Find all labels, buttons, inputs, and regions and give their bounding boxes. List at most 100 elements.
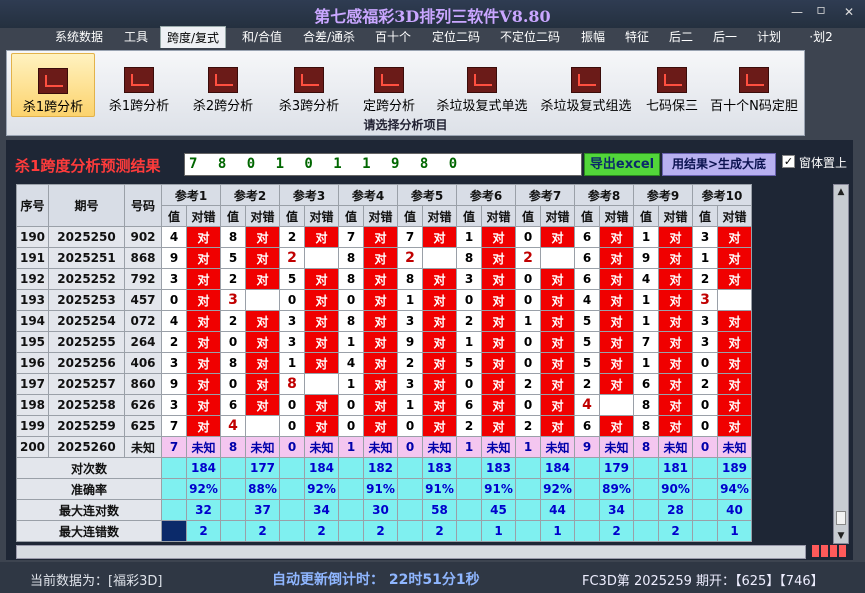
ref-result: 对 <box>422 268 457 290</box>
ref-result: 对 <box>186 226 221 248</box>
stats-value: 88% <box>245 478 280 500</box>
close-icon[interactable]: ✕ <box>838 4 860 20</box>
predict-value: 0 <box>279 436 305 458</box>
ref-value: 1 <box>397 289 423 311</box>
ref-result: 对 <box>599 331 634 353</box>
ribbon-label: 杀2跨分析 <box>192 99 254 114</box>
ribbon-kill-junk-group[interactable]: 杀垃圾复式组选 <box>535 53 637 117</box>
table-row: 199 2025259 625 7 对 4 0 对 0 对 0 对 2 对 2 对 6 对 8 对 0 对 <box>16 415 752 437</box>
ref-value: 6 <box>574 247 600 269</box>
generate-base-button[interactable]: 用结果>生成大底 <box>662 153 776 176</box>
menu-nonposition-two[interactable]: 不定位二码 <box>494 26 566 48</box>
ribbon-n-code[interactable]: 百十个N码定胆 <box>707 53 801 117</box>
ref-value: 8 <box>633 415 659 437</box>
scroll-thumb[interactable] <box>836 511 846 525</box>
ref-result: 对 <box>658 394 693 416</box>
ref-result: 对 <box>186 247 221 269</box>
menu-tools[interactable]: 工具 <box>116 26 156 48</box>
ribbon-kill1span[interactable]: 杀1跨分析 <box>99 53 179 117</box>
vertical-scrollbar[interactable]: ▲ ▼ <box>833 184 849 544</box>
stats-value: 28 <box>658 499 693 521</box>
menu-digits[interactable]: 百十个 <box>370 26 416 48</box>
menu-plan2[interactable]: ·划2 <box>806 26 836 48</box>
ref-result: 对 <box>422 289 457 311</box>
predict-value: 9 <box>574 436 600 458</box>
ribbon-kill3span[interactable]: 杀3跨分析 <box>269 53 349 117</box>
row-seq: 198 <box>16 394 49 416</box>
predict-status: 未知 <box>717 436 752 458</box>
minimize-icon[interactable]: — <box>786 4 808 20</box>
row-issue: 2025258 <box>48 394 125 416</box>
ref-value: 0 <box>338 415 364 437</box>
stats-value: 32 <box>186 499 221 521</box>
ref-result: 对 <box>717 268 752 290</box>
ref-value: 8 <box>279 373 305 395</box>
value-header: 值 <box>397 205 423 227</box>
menu-last-two[interactable]: 后二 <box>664 26 698 48</box>
ref-value: 4 <box>161 310 187 332</box>
ribbon-fixed-span[interactable]: 定跨分析 <box>353 53 425 117</box>
ref-value: 0 <box>220 373 246 395</box>
ref-result: 对 <box>658 268 693 290</box>
ribbon-seven-three[interactable]: 七码保三 <box>641 53 703 117</box>
menu-position-two[interactable]: 定位二码 <box>426 26 486 48</box>
ref-value: 8 <box>338 310 364 332</box>
ref-result <box>304 247 339 269</box>
result-header: 对错 <box>540 205 575 227</box>
ref-header: 参考4 <box>338 184 398 206</box>
pin-window-label: 窗体置上 <box>799 156 848 170</box>
stats-row: 对次数 184 177 184 182 183 183 184 179 181 189 <box>16 457 752 479</box>
value-header: 值 <box>161 205 187 227</box>
ref-value: 2 <box>397 352 423 374</box>
ref-result <box>304 373 339 395</box>
result-header: 对错 <box>599 205 634 227</box>
ref-value: 1 <box>515 310 541 332</box>
ribbon-panel: 杀1跨分析 杀1跨分析 杀2跨分析 杀3跨分析 定跨分析 杀垃圾复式单选 杀垃圾… <box>6 50 805 136</box>
stats-value: 44 <box>540 499 575 521</box>
pin-window-checkbox[interactable]: ✓ <box>782 155 795 168</box>
ref-result: 对 <box>422 310 457 332</box>
ref-value: 6 <box>456 394 482 416</box>
scroll-up-icon[interactable]: ▲ <box>834 185 848 199</box>
ref-value: 3 <box>692 331 718 353</box>
ref-value: 2 <box>220 268 246 290</box>
row-seq: 193 <box>16 289 49 311</box>
stats-spacer <box>397 478 423 500</box>
stats-spacer <box>279 499 305 521</box>
stats-spacer <box>338 478 364 500</box>
stats-row: 最大连错数 2 2 2 2 2 1 1 2 2 1 <box>16 520 752 542</box>
row-seq: 195 <box>16 331 49 353</box>
menu-features[interactable]: 特征 <box>620 26 654 48</box>
restore-icon[interactable]: ▫ <box>810 2 832 18</box>
menu-span-compound[interactable]: 跨度/复式 <box>160 26 226 48</box>
ribbon-kill2span[interactable]: 杀2跨分析 <box>183 53 263 117</box>
ref-value: 4 <box>161 226 187 248</box>
ref-value: 3 <box>456 268 482 290</box>
scroll-down-icon[interactable]: ▼ <box>834 529 848 543</box>
ref-value: 0 <box>515 331 541 353</box>
ref-value: 0 <box>279 415 305 437</box>
ref-result: 对 <box>599 352 634 374</box>
ref-result <box>540 247 575 269</box>
menu-amplitude[interactable]: 振幅 <box>576 26 610 48</box>
export-excel-button[interactable]: 导出excel <box>584 153 660 176</box>
ribbon-kill1span-selected[interactable]: 杀1跨分析 <box>11 53 95 117</box>
analysis-chart-icon <box>657 67 687 93</box>
ref-result: 对 <box>363 331 398 353</box>
horizontal-scrollbar[interactable] <box>16 545 806 559</box>
menu-sum-value[interactable]: 和/合值 <box>236 26 288 48</box>
ref-value: 8 <box>397 268 423 290</box>
ref-value: 5 <box>574 352 600 374</box>
ref-header: 参考9 <box>633 184 693 206</box>
ribbon-kill-junk-single[interactable]: 杀垃圾复式单选 <box>431 53 533 117</box>
ref-result: 对 <box>304 289 339 311</box>
menu-plan[interactable]: 计划 <box>752 26 786 48</box>
ref-result: 对 <box>304 226 339 248</box>
menu-system-data[interactable]: 系统数据 <box>50 26 108 48</box>
stats-row: 准确率 92% 88% 92% 91% 91% 91% 92% 89% 90% 94% <box>16 478 752 500</box>
ref-value: 2 <box>515 373 541 395</box>
menu-last-one[interactable]: 后一 <box>708 26 742 48</box>
ref-result: 对 <box>717 352 752 374</box>
menu-diff-kill[interactable]: 合差/通杀 <box>296 26 362 48</box>
result-value-field[interactable]: 7 8 0 1 0 1 1 9 8 0 <box>184 153 582 176</box>
